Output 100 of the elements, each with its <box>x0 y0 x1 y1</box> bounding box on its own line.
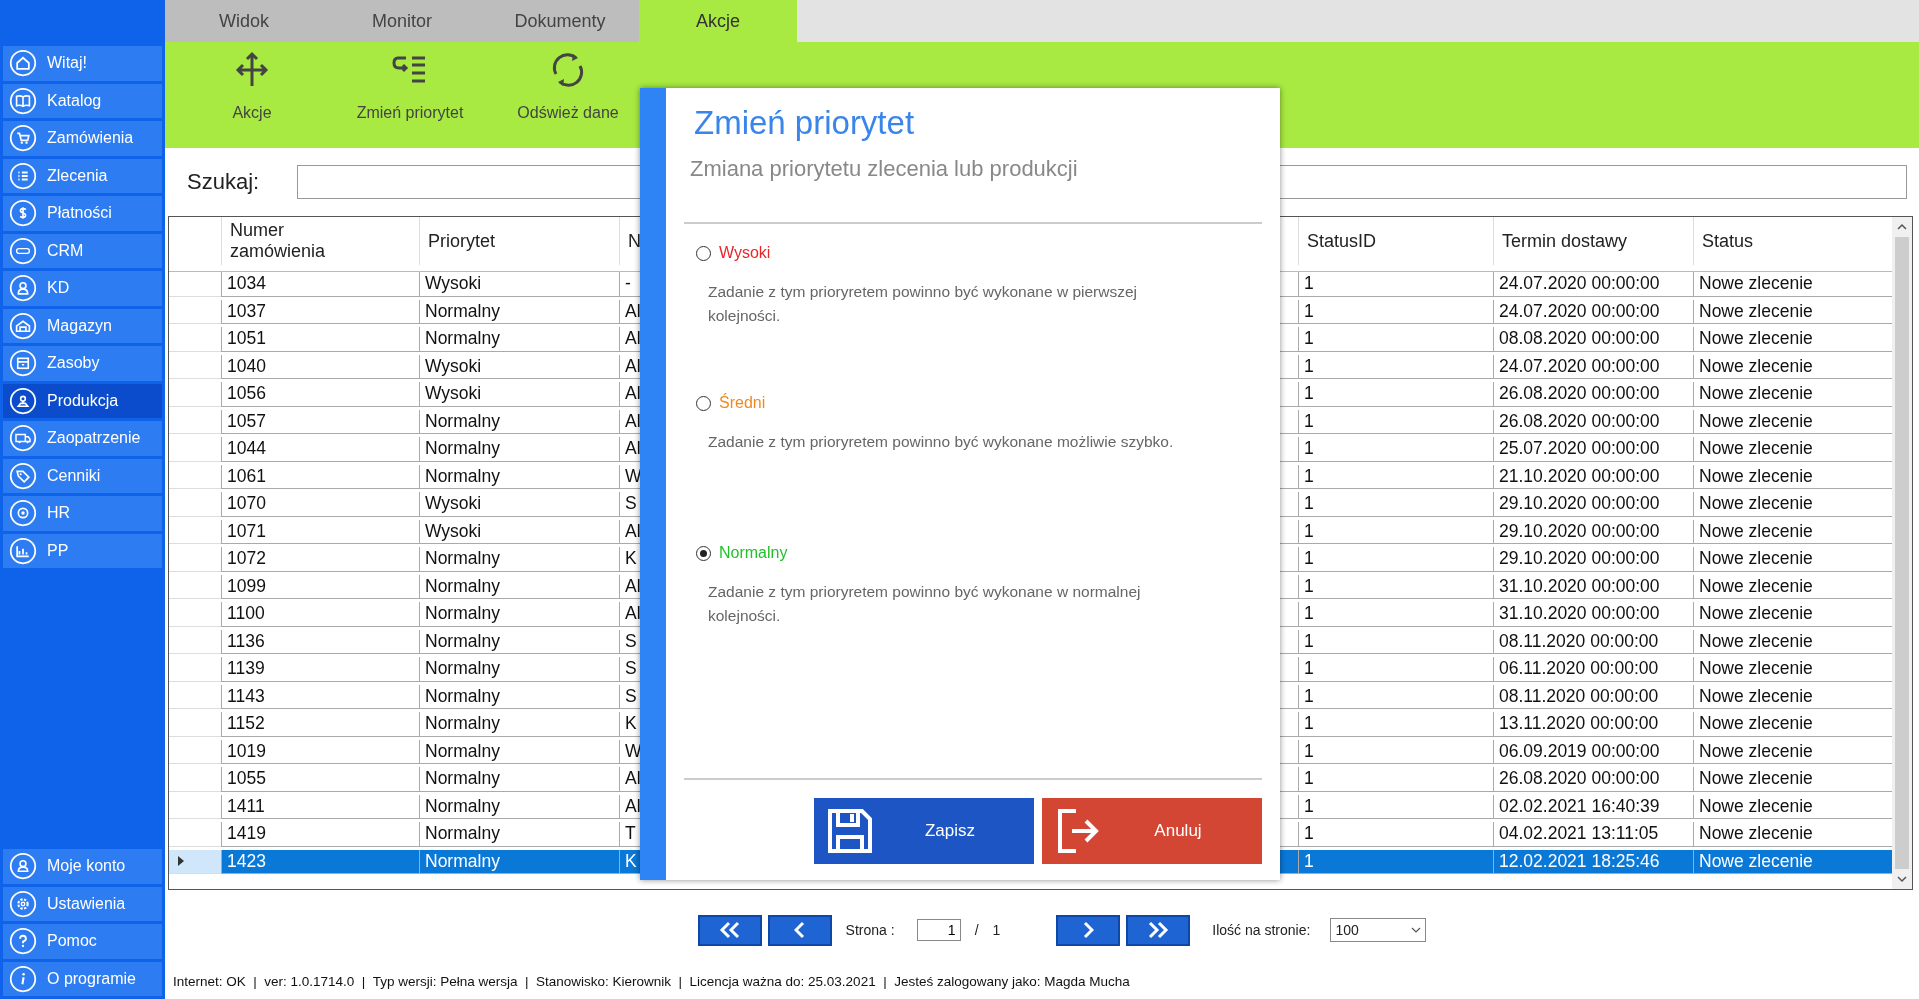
sidebar-item[interactable]: Katalog <box>3 83 162 118</box>
table-cell: 1 <box>1298 767 1493 792</box>
table-cell: 08.11.2020 00:00:00 <box>1493 629 1693 655</box>
table-cell: Normalny <box>419 327 619 352</box>
sidebar-item[interactable]: KD <box>3 271 162 306</box>
table-cell: 1 <box>1298 354 1493 380</box>
table-cell: 1034 <box>221 272 419 297</box>
sidebar-item[interactable]: PP <box>3 533 162 568</box>
table-cell: 29.10.2020 00:00:00 <box>1493 519 1693 545</box>
sidebar-item[interactable]: Zasoby <box>3 346 162 381</box>
person-icon <box>9 274 37 303</box>
ribbon-tab[interactable]: Dokumenty <box>481 0 639 42</box>
table-cell: 26.08.2020 00:00:00 <box>1493 382 1693 407</box>
table-cell: Nowe zlecenie <box>1693 822 1892 847</box>
dollar-icon <box>9 199 37 228</box>
help-icon <box>9 927 37 956</box>
page-label: Strona : <box>845 922 895 938</box>
table-cell: Normalny <box>419 574 619 600</box>
sidebar-item[interactable]: Zlecenia <box>3 158 162 193</box>
sidebar-item[interactable]: HR <box>3 496 162 531</box>
table-cell: 1 <box>1298 272 1493 297</box>
sidebar-item[interactable]: Cenniki <box>3 458 162 493</box>
table-cell: 1044 <box>221 437 419 462</box>
page-field[interactable]: 1 <box>916 919 961 941</box>
row-pointer-icon <box>177 855 185 868</box>
column-header[interactable]: Priorytet <box>419 217 619 265</box>
table-cell: 25.07.2020 00:00:00 <box>1493 437 1693 462</box>
table-cell: Nowe zlecenie <box>1693 547 1892 572</box>
sidebar-item[interactable]: Ustawienia <box>3 886 162 921</box>
ribbon-tab[interactable]: Monitor <box>323 0 481 42</box>
table-cell: Normalny <box>419 767 619 792</box>
sidebar-item[interactable]: Zamówienia <box>3 121 162 156</box>
sidebar-item[interactable]: Witaj! <box>3 46 162 81</box>
first-page-button[interactable] <box>697 914 762 946</box>
box-icon <box>9 349 37 378</box>
page-separator: / <box>974 922 979 938</box>
column-header[interactable]: StatusID <box>1298 217 1493 265</box>
scroll-down-icon[interactable] <box>1896 873 1908 885</box>
table-cell: 26.08.2020 00:00:00 <box>1493 767 1693 792</box>
person-icon <box>9 852 37 881</box>
last-page-button[interactable] <box>1126 914 1191 946</box>
toolbar-button[interactable]: Odśwież dane <box>489 42 647 148</box>
column-header[interactable]: Termin dostawy <box>1493 217 1693 265</box>
table-cell: Wysoki <box>419 519 619 545</box>
table-cell: Normalny <box>419 299 619 325</box>
table-cell: 29.10.2020 00:00:00 <box>1493 547 1693 572</box>
table-cell: 06.09.2019 00:00:00 <box>1493 739 1693 765</box>
table-cell: 1 <box>1298 822 1493 847</box>
table-cell: 1040 <box>221 354 419 380</box>
sidebar-item[interactable]: Produkcja <box>3 383 162 418</box>
table-cell: 1057 <box>221 409 419 435</box>
toolbar-button[interactable]: Akcje <box>173 42 331 148</box>
sidebar-item[interactable]: Pomoc <box>3 924 162 959</box>
table-cell: Nowe zlecenie <box>1693 327 1892 352</box>
ribbon-tab[interactable]: Akcje <box>639 0 797 42</box>
sidebar-item[interactable]: CRM <box>3 233 162 268</box>
scrollbar-thumb[interactable] <box>1895 237 1909 869</box>
previous-page-button[interactable] <box>767 914 832 946</box>
cancel-button[interactable]: Anuluj <box>1042 798 1262 864</box>
per-page-dropdown[interactable]: 100 <box>1330 918 1427 942</box>
ribbon-tab[interactable]: Widok <box>165 0 323 42</box>
toolbar-button[interactable]: Zmień priorytet <box>331 42 489 148</box>
table-cell: 1 <box>1298 657 1493 682</box>
search-label: Szukaj: <box>187 169 260 195</box>
table-cell: 1 <box>1298 739 1493 765</box>
save-button[interactable]: Zapisz <box>814 798 1034 864</box>
table-cell: 1 <box>1298 437 1493 462</box>
table-cell: 1411 <box>221 794 419 820</box>
sidebar-item[interactable]: Płatności <box>3 196 162 231</box>
radio-button[interactable] <box>696 545 711 561</box>
next-page-button[interactable] <box>1056 914 1121 946</box>
table-cell: Wysoki <box>419 382 619 407</box>
table-cell: 1100 <box>221 602 419 627</box>
table-cell: 1 <box>1298 382 1493 407</box>
table-cell: 31.10.2020 00:00:00 <box>1493 574 1693 600</box>
table-cell: 1 <box>1298 794 1493 820</box>
table-cell: Wysoki <box>419 354 619 380</box>
table-cell: Normalny <box>419 794 619 820</box>
sidebar-item[interactable]: O programie <box>3 961 162 996</box>
table-cell: Normalny <box>419 464 619 490</box>
table-cell: 1019 <box>221 739 419 765</box>
table-cell: 1 <box>1298 629 1493 655</box>
sidebar-item[interactable]: Magazyn <box>3 308 162 343</box>
priority-label: Wysoki <box>719 244 771 262</box>
table-cell: 1136 <box>221 629 419 655</box>
table-cell: Normalny <box>419 629 619 655</box>
radio-button[interactable] <box>696 245 711 261</box>
table-cell: 1070 <box>221 492 419 517</box>
priority-label: Normalny <box>719 544 788 562</box>
table-cell: 1152 <box>221 712 419 737</box>
sidebar-item[interactable]: Moje konto <box>3 849 162 884</box>
sidebar-item[interactable]: Zaopatrzenie <box>3 421 162 456</box>
table-cell: Nowe zlecenie <box>1693 492 1892 517</box>
table-cell: 08.11.2020 00:00:00 <box>1493 684 1693 710</box>
table-cell: 1 <box>1298 409 1493 435</box>
table-cell: Normalny <box>419 822 619 847</box>
list-icon <box>9 161 37 190</box>
column-header[interactable]: Numer zamówienia <box>222 220 350 262</box>
table-cell: 1055 <box>221 767 419 792</box>
radio-button[interactable] <box>696 395 711 411</box>
